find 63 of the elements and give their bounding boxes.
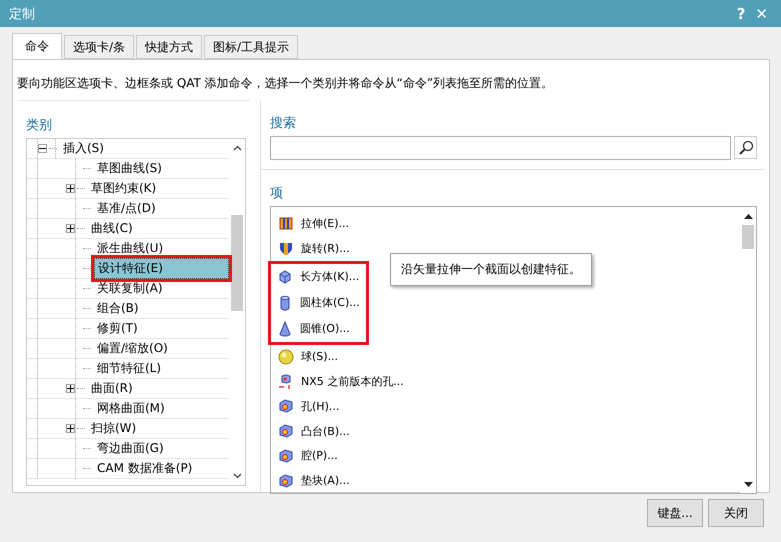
tooltip: 沿矢量拉伸一个截面以创建特征。 xyxy=(390,253,592,286)
tab[interactable]: 选项卡/条 xyxy=(64,35,134,59)
expand-icon[interactable] xyxy=(66,184,75,193)
tree-item[interactable]: 组合(B) xyxy=(94,299,142,318)
triangle-down-icon[interactable] xyxy=(744,482,752,486)
command-item[interactable]: 旋转(R)... xyxy=(301,240,350,256)
tree-item[interactable]: 草图曲线(S) xyxy=(94,159,165,178)
sphere-icon xyxy=(278,348,294,365)
command-item[interactable]: 孔(H)... xyxy=(301,398,340,414)
expand-icon[interactable] xyxy=(66,384,75,393)
command-item[interactable]: 长方体(K)... xyxy=(300,269,360,284)
chevron-down-icon[interactable] xyxy=(232,473,242,479)
cube-icon xyxy=(277,268,293,284)
command-item[interactable]: 球(S)... xyxy=(301,349,338,364)
group-label: 项 xyxy=(270,185,284,203)
cube-hole-icon xyxy=(278,448,294,464)
expand-icon[interactable] xyxy=(66,424,75,433)
search-icon xyxy=(738,140,754,156)
tree-item[interactable]: 曲线(C) xyxy=(88,219,136,238)
tree-item[interactable]: 插入(S) xyxy=(60,139,107,158)
tree-item[interactable]: CAM 数据准备(P) xyxy=(94,459,196,478)
command-item[interactable]: 圆锥(O)... xyxy=(300,321,350,336)
panels-icon xyxy=(278,215,294,232)
tree-item[interactable]: 草图约束(K) xyxy=(88,179,160,198)
scrollbar-thumb[interactable] xyxy=(231,215,243,311)
tree-item[interactable]: 关联复制(A) xyxy=(94,279,166,298)
scrollbar-thumb[interactable] xyxy=(742,225,754,249)
tree-item[interactable]: 派生曲线(U) xyxy=(94,239,166,258)
command-item[interactable]: NX5 之前版本的孔... xyxy=(301,374,404,390)
tree-item[interactable]: 基准/点(D) xyxy=(94,199,159,218)
tab[interactable]: 图标/工具提示 xyxy=(204,35,298,59)
tree-item[interactable]: 曲面(R) xyxy=(88,379,136,398)
command-item[interactable]: 腔(P)... xyxy=(301,448,338,464)
tab[interactable]: 命令 xyxy=(12,33,62,59)
dialog-button[interactable]: 关闭 xyxy=(708,499,764,527)
command-item[interactable]: 凸台(B)... xyxy=(301,424,350,439)
window-title: 定制 xyxy=(9,6,36,22)
dialog-button[interactable]: 键盘... xyxy=(647,499,703,527)
tree-item[interactable]: 设计特征(E) xyxy=(94,258,229,279)
tree-item[interactable]: 网格曲面(M) xyxy=(94,399,168,418)
cube-hole-icon xyxy=(278,423,294,440)
search-button[interactable] xyxy=(734,136,757,159)
tree-item[interactable]: 弯边曲面(G) xyxy=(94,439,167,458)
command-item[interactable]: 垫块(A)... xyxy=(301,473,350,488)
tree-item[interactable]: 扫掠(W) xyxy=(88,419,140,438)
tree-item[interactable]: 修剪(T) xyxy=(94,319,141,338)
chevron-up-icon[interactable] xyxy=(232,145,242,151)
command-item[interactable]: 拉伸(E)... xyxy=(301,216,350,231)
cube-hole-icon xyxy=(278,398,294,414)
group-label: 类别 xyxy=(26,117,53,135)
cube-hole-icon xyxy=(278,472,294,489)
search-field[interactable] xyxy=(270,136,731,160)
cone-icon xyxy=(277,320,293,336)
tree-item[interactable]: 偏置/缩放(O) xyxy=(94,339,171,358)
expand-icon[interactable] xyxy=(66,224,75,233)
triangle-up-icon[interactable] xyxy=(744,214,752,218)
tab[interactable]: 快捷方式 xyxy=(136,35,202,59)
command-item[interactable]: 圆柱体(C)... xyxy=(300,295,360,310)
tree-item[interactable]: 细节特征(L) xyxy=(94,359,164,378)
group-label: 搜索 xyxy=(270,115,297,133)
shield-icon xyxy=(278,240,294,256)
instruction-text: 要向功能区选项卡、边框条或 QAT 添加命令，选择一个类别并将命令从“命令”列表拖至所需的位置。 xyxy=(17,75,554,92)
collapse-icon[interactable] xyxy=(38,144,47,153)
